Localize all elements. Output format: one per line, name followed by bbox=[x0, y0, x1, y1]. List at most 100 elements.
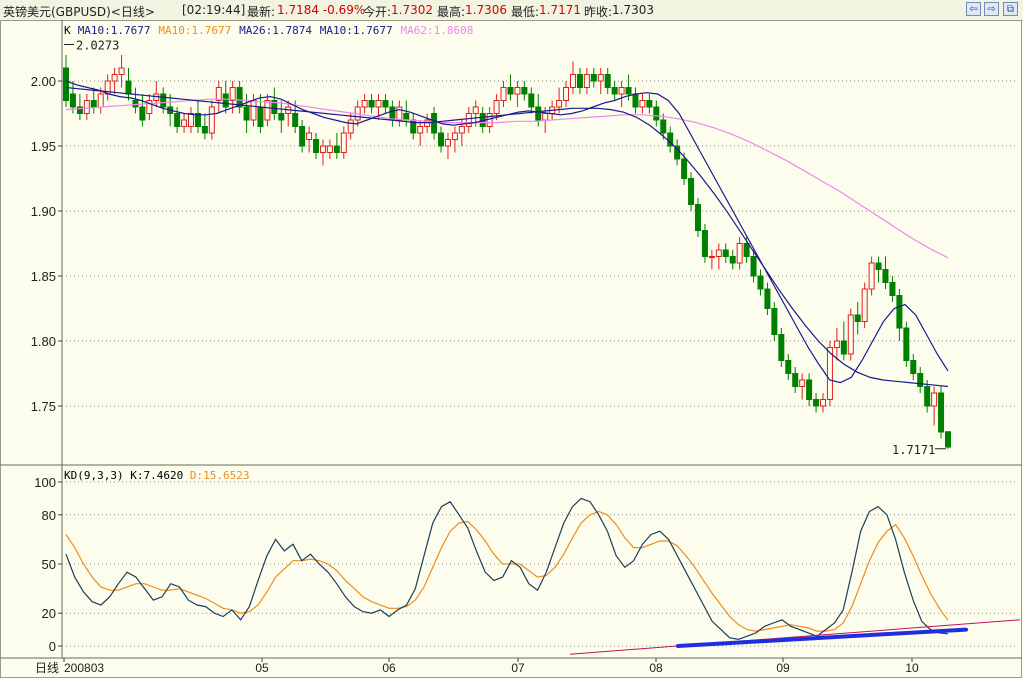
candle-body-down bbox=[646, 100, 653, 108]
candle-body-down bbox=[528, 93, 535, 108]
candle-body-up bbox=[97, 93, 104, 108]
back-arrow-icon[interactable]: ⇦ bbox=[966, 2, 981, 16]
candle-body-up bbox=[215, 87, 222, 101]
price-legend-entry: MA10:1.7677 bbox=[158, 24, 231, 37]
chart-window: 英镑美元(GBPUSD)<日线> [02:19:44] 最新: 1.7184 -… bbox=[0, 0, 1023, 678]
candle-body-down bbox=[604, 74, 611, 88]
candle-body-down bbox=[389, 106, 396, 121]
candle-body-down bbox=[403, 113, 410, 121]
date-tick-label: 200803 bbox=[64, 661, 104, 675]
candle-body-down bbox=[743, 243, 750, 257]
candle-body-down bbox=[840, 340, 847, 355]
candle-body-up bbox=[375, 100, 382, 108]
candle-body-down bbox=[792, 373, 799, 387]
candle-body-up bbox=[819, 399, 826, 407]
kd-tick-label: 100 bbox=[34, 475, 56, 490]
price-tick-label: 1.85 bbox=[31, 269, 56, 284]
prev-close-value: 1.7303 bbox=[612, 3, 654, 17]
candle-body-up bbox=[542, 113, 549, 121]
latest-label: 最新: bbox=[247, 5, 276, 19]
candle-body-up bbox=[563, 87, 570, 101]
candle-body-down bbox=[368, 100, 375, 108]
price-tick-label: 1.75 bbox=[31, 399, 56, 414]
candle-body-up bbox=[639, 100, 646, 108]
candle-body-down bbox=[924, 386, 931, 407]
instrument-title: 英镑美元(GBPUSD)<日线> bbox=[3, 5, 155, 19]
candle-body-down bbox=[729, 256, 736, 264]
date-tick-label: 10 bbox=[905, 661, 919, 675]
price-tick-label: 1.90 bbox=[31, 204, 56, 219]
candle-body-down bbox=[688, 178, 695, 205]
candle-body-up bbox=[708, 256, 715, 258]
min-price-label: 1.7171 bbox=[892, 443, 935, 457]
candle-body-up bbox=[229, 87, 236, 101]
candle-body-down bbox=[507, 87, 514, 95]
candle-body-up bbox=[465, 113, 472, 127]
candle-body-down bbox=[333, 145, 340, 153]
date-tick-label: 08 bbox=[649, 661, 663, 675]
candle-body-down bbox=[431, 113, 438, 134]
candle-body-down bbox=[806, 379, 813, 400]
candle-body-down bbox=[778, 334, 785, 361]
kd-tick-label: 20 bbox=[42, 606, 56, 621]
high-label: 最高: bbox=[437, 5, 466, 19]
candle-body-up bbox=[361, 100, 368, 108]
candle-body-down bbox=[69, 93, 76, 108]
candle-body-down bbox=[292, 113, 299, 127]
candle-body-up bbox=[306, 132, 313, 140]
candle-body-up bbox=[472, 106, 479, 114]
date-tick-label: 09 bbox=[776, 661, 790, 675]
prev-close-label: 昨收: bbox=[584, 5, 613, 19]
restore-icon[interactable]: ⧉ bbox=[1003, 2, 1018, 16]
high-value: 1.7306 bbox=[465, 3, 507, 17]
candle-body-up bbox=[319, 145, 326, 153]
candle-body-down bbox=[764, 288, 771, 309]
candle-body-down bbox=[174, 113, 181, 127]
candle-body-up bbox=[799, 379, 806, 387]
candle-body-up bbox=[597, 74, 604, 82]
candle-body-down bbox=[222, 93, 229, 108]
candle-body-down bbox=[576, 74, 583, 88]
candle-body-up bbox=[444, 139, 451, 147]
candle-body-up bbox=[326, 145, 333, 153]
candle-body-up bbox=[347, 119, 354, 134]
candle-body-down bbox=[910, 360, 917, 374]
open-value: 1.7302 bbox=[391, 3, 433, 17]
candle-body-up bbox=[340, 132, 347, 153]
forward-arrow-icon[interactable]: ⇨ bbox=[984, 2, 999, 16]
kd-tick-label: 0 bbox=[49, 639, 56, 654]
candle-body-down bbox=[160, 93, 167, 108]
price-legend-entry: K bbox=[64, 24, 71, 37]
candle-body-down bbox=[938, 392, 945, 433]
kd-legend-entry: K:7.4620 bbox=[130, 469, 183, 482]
latest-value: 1.7184 -0.69% bbox=[277, 3, 366, 17]
candle-body-down bbox=[139, 106, 146, 121]
date-tick-label: 06 bbox=[382, 661, 396, 675]
candle-body-down bbox=[535, 106, 542, 121]
candle-body-down bbox=[132, 100, 139, 108]
candle-body-up bbox=[181, 119, 188, 127]
candle-body-down bbox=[882, 269, 889, 283]
price-legend-entry: MA62:1.8608 bbox=[401, 24, 474, 37]
price-tick-label: 1.80 bbox=[31, 334, 56, 349]
candle-body-down bbox=[257, 106, 264, 127]
low-value: 1.7171 bbox=[539, 3, 581, 17]
candle-body-down bbox=[653, 106, 660, 121]
clock: [02:19:44] bbox=[182, 3, 246, 17]
candle-body-down bbox=[90, 100, 97, 108]
candle-body-down bbox=[813, 399, 820, 407]
candle-body-down bbox=[722, 249, 729, 257]
candle-body-down bbox=[903, 327, 910, 361]
candle-body-up bbox=[826, 347, 833, 400]
candle-body-down bbox=[750, 256, 757, 277]
date-tick-label: 07 bbox=[511, 661, 525, 675]
kd-legend-entry: D:15.6523 bbox=[190, 469, 250, 482]
candle-body-down bbox=[125, 80, 132, 95]
candle-body-up bbox=[556, 100, 563, 108]
candle-body-down bbox=[917, 373, 924, 387]
candle-body-down bbox=[945, 431, 951, 448]
candle-body-down bbox=[63, 67, 69, 101]
candle-body-up bbox=[493, 100, 500, 114]
candle-body-up bbox=[715, 249, 722, 257]
candle-body-down bbox=[854, 314, 861, 322]
